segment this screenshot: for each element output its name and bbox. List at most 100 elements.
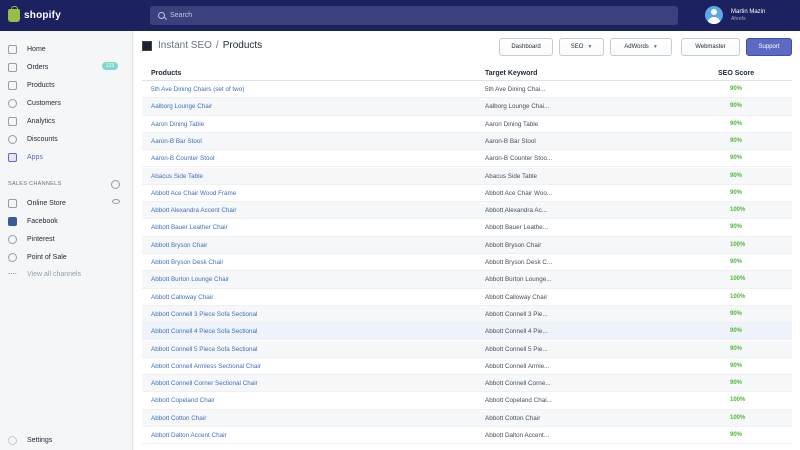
webmaster-button[interactable]: Webmaster (681, 38, 740, 56)
seo-score: 100% (730, 397, 746, 404)
column-header-target-keyword[interactable]: Target Keyword (485, 70, 537, 77)
search-placeholder: Search (170, 12, 193, 19)
product-link[interactable]: Abbott Bryson Chair (151, 242, 207, 249)
product-link[interactable]: Abbott Connell Corner Sectional Chair (151, 380, 258, 387)
table-row[interactable]: Abacus Side Table Abacus Side Table 90% (142, 167, 792, 185)
product-link[interactable]: Aaron Dining Table (151, 121, 204, 128)
sidebar-item-label: Pinterest (27, 235, 55, 243)
search-input[interactable]: Search (150, 6, 678, 25)
breadcrumb-separator: / (215, 40, 219, 51)
sidebar-item-apps[interactable]: Apps (8, 150, 126, 164)
pinterest-icon (8, 234, 17, 244)
target-keyword: Abbott Alexandra Ac... (485, 207, 547, 215)
product-link[interactable]: Abbott Calloway Chair (151, 294, 213, 301)
sidebar: Home Orders 123 Products Customers Analy… (0, 31, 133, 450)
product-link[interactable]: Aaron-B Counter Stool (151, 155, 214, 162)
search-icon (158, 12, 165, 19)
table-row[interactable]: Abbott Connell 3 Piece Sofa Sectional Abb… (142, 305, 792, 324)
target-keyword: Aaron-B Counter Stoo... (485, 155, 553, 163)
sidebar-item-pinterest[interactable]: Pinterest (8, 232, 126, 246)
breadcrumb-app[interactable]: Instant SEO (158, 40, 212, 51)
column-header-products[interactable]: Products (151, 70, 181, 77)
seo-score: 90% (730, 345, 743, 352)
sidebar-item-customers[interactable]: Customers (8, 96, 126, 110)
customers-icon (8, 98, 17, 108)
target-keyword: Abbott Cotton Chair (485, 414, 541, 422)
table-row[interactable]: Abbott Bryson Desk Chair Abbott Bryson De… (142, 254, 792, 272)
user-menu[interactable]: Martin Mazin Ahrefs (705, 6, 765, 24)
target-keyword: Abbott Bryson Desk C... (485, 259, 553, 266)
sidebar-item-products[interactable]: Products (8, 78, 126, 92)
sidebar-item-settings[interactable]: Settings (8, 436, 52, 445)
seo-score: 90% (730, 432, 743, 438)
sidebar-item-view-all-channels[interactable]: View all channels (8, 267, 126, 281)
eye-icon[interactable] (112, 199, 120, 204)
product-link[interactable]: Abbott Connell 5 Piece Sofa Sectional (151, 346, 257, 353)
table-row[interactable]: Abbott Bauer Leather Chair Abbott Bauer L… (142, 219, 792, 237)
table-row[interactable]: 5th Ave Dining Chairs (set of two) 5th Av… (142, 81, 792, 99)
sidebar-item-discounts[interactable]: Discounts (8, 132, 126, 146)
top-bar: shopify Search Martin Mazin Ahrefs (0, 0, 800, 31)
table-row[interactable]: Abbott Cotton Chair Abbott Cotton Chair 10… (142, 409, 792, 427)
seo-dropdown-button[interactable]: SEO ▼ (559, 38, 604, 56)
table-row[interactable]: Aaron-B Counter Stool Aaron-B Counter Sto… (142, 150, 792, 168)
sidebar-item-facebook[interactable]: Facebook (8, 214, 126, 228)
sidebar-item-analytics[interactable]: Analytics (8, 114, 126, 128)
product-link[interactable]: Abbott Burton Lounge Chair (151, 276, 229, 283)
shopify-logo[interactable]: shopify (0, 6, 140, 22)
sidebar-item-home[interactable]: Home (8, 42, 126, 56)
seo-score: 90% (730, 362, 743, 369)
dashboard-button[interactable]: Dashboard (499, 38, 553, 56)
pos-icon (8, 252, 17, 262)
target-keyword: Abbott Copeland Chai... (485, 397, 552, 405)
page-title: Products (222, 40, 263, 51)
product-link[interactable]: Abbott Connell Armless Sectional Chair (151, 363, 261, 370)
table-row[interactable]: Aaron-B Bar Stool Aaron-B Bar Stool 90% (142, 132, 792, 151)
product-link[interactable]: Abbott Connell 4 Piece Sofa Sectional (151, 328, 257, 335)
sidebar-item-online-store[interactable]: Online Store (8, 196, 126, 210)
product-link[interactable]: Abbott Bryson Desk Chair (151, 259, 223, 266)
seo-score: 90% (730, 155, 743, 162)
table-row[interactable]: Abbott Dalton Accent Chair Abbott Dalton … (142, 427, 792, 445)
table-row[interactable]: Aalborg Lounge Chair Aalborg Lounge Chai.… (142, 98, 792, 116)
table-row[interactable]: Abbott Alexandra Accent Chair Abbott Alex… (142, 202, 792, 220)
product-link[interactable]: Abbott Alexandra Accent Chair (151, 207, 236, 214)
sidebar-item-label: Discounts (27, 135, 58, 143)
product-link[interactable]: Abbott Copeland Chair (151, 397, 215, 404)
product-link[interactable]: Abbott Connell 3 Piece Sofa Sectional (151, 311, 257, 318)
product-link[interactable]: Abbott Dalton Accent Chair (151, 432, 227, 439)
product-link[interactable]: Aaron-B Bar Stool (151, 138, 202, 145)
table-row[interactable]: Abbott Copeland Chair Abbott Copeland Cha… (142, 392, 792, 410)
home-icon (8, 44, 17, 54)
support-button[interactable]: Support (746, 38, 792, 56)
table-row[interactable]: Abbott Calloway Chair Abbott Calloway Cha… (142, 289, 792, 306)
target-keyword: Aaron Dining Table (485, 120, 539, 128)
product-link[interactable]: Abacus Side Table (151, 173, 203, 180)
product-link[interactable]: Abbott Ace Chair Wood Frame (151, 190, 236, 197)
product-link[interactable]: Abbott Bauer Leather Chair (151, 224, 228, 231)
table-row[interactable]: Abbott Ace Chair Wood Frame Abbott Ace Ch… (142, 185, 792, 203)
table-row[interactable]: Abbott Connell Corner Sectional Chair Abb… (142, 375, 792, 393)
product-link[interactable]: Abbott Cotton Chair (151, 415, 206, 422)
seo-score: 90% (730, 172, 743, 179)
target-keyword: Aalborg Lounge Chai... (485, 103, 550, 111)
sidebar-item-orders[interactable]: Orders 123 (8, 60, 126, 74)
table-row[interactable]: Abbott Bryson Chair Abbott Bryson Chair 10… (142, 236, 792, 254)
seo-score: 100% (730, 293, 746, 300)
table-row[interactable]: Aaron Dining Table Aaron Dining Table 90% (142, 116, 792, 133)
product-link[interactable]: Aalborg Lounge Chair (151, 103, 212, 110)
sidebar-item-point-of-sale[interactable]: Point of Sale (8, 250, 126, 264)
table-row[interactable]: Abbott Connell Armless Sectional Chair Ab… (142, 358, 792, 376)
store-icon (8, 198, 17, 208)
sidebar-item-label: Apps (27, 153, 43, 161)
table-row[interactable]: Abbott Connell 4 Piece Sofa Sectional Abb… (142, 323, 792, 341)
product-link[interactable]: 5th Ave Dining Chairs (set of two) (151, 86, 244, 93)
shopify-bag-icon (8, 6, 20, 22)
user-name: Martin Mazin (731, 8, 766, 15)
adwords-dropdown-button[interactable]: AdWords ▼ (610, 38, 672, 56)
column-header-seo-score[interactable]: SEO Score (718, 70, 754, 77)
table-row[interactable]: Abbott Connell 5 Piece Sofa Sectional Abb… (142, 340, 792, 358)
table-row[interactable]: Abbott Burton Lounge Chair Abbott Burton … (142, 271, 792, 289)
user-store: Ahrefs (731, 15, 746, 22)
add-channel-icon[interactable] (111, 180, 120, 189)
